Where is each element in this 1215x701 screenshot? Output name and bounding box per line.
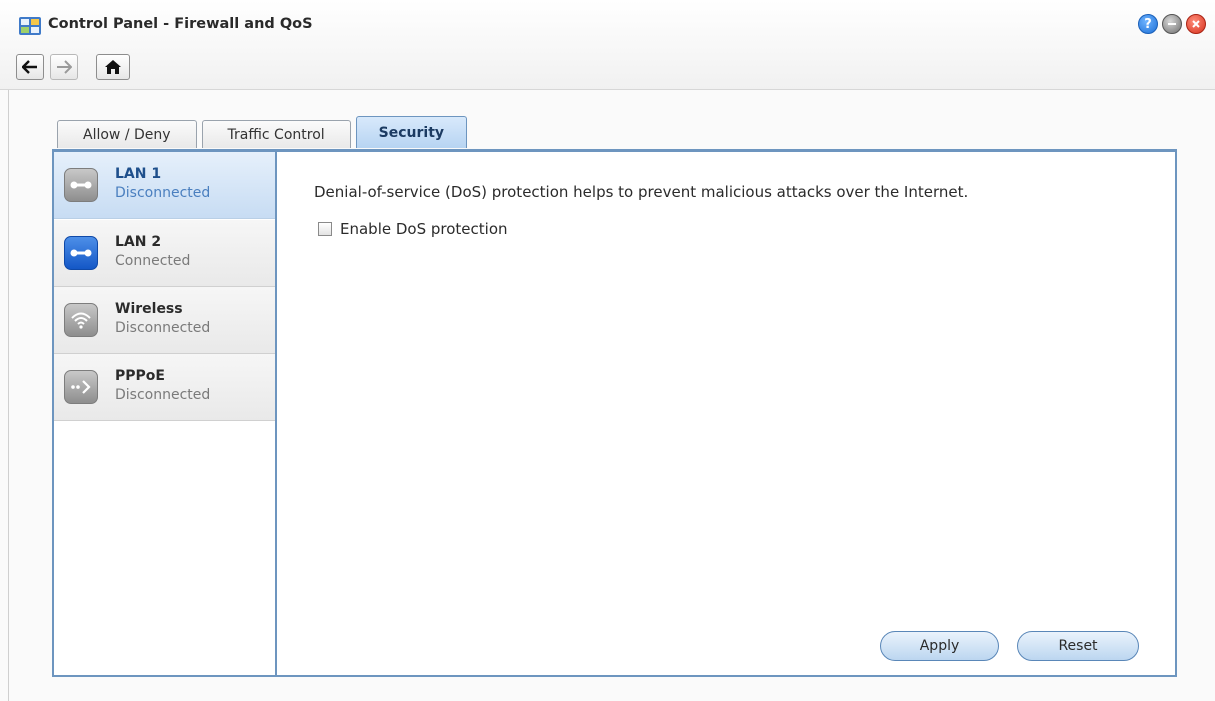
sidebar-item-pppoe[interactable]: PPPoE Disconnected [54,354,275,421]
sidebar-item-lan1[interactable]: LAN 1 Disconnected [54,152,275,219]
apply-button[interactable]: Apply [880,631,999,661]
control-panel-icon [19,17,41,35]
arrow-left-icon [22,60,37,74]
sidebar-item-wireless[interactable]: Wireless Disconnected [54,287,275,354]
home-icon [105,60,121,74]
home-button[interactable] [96,54,130,80]
window-title: Control Panel - Firewall and QoS [48,16,313,32]
window-controls: ? [1138,14,1206,34]
title-bar: Control Panel - Firewall and QoS ? [0,0,1215,90]
sidebar-item-name: LAN 1 [115,166,162,182]
control-panel-window: Control Panel - Firewall and QoS ? Allow… [0,0,1215,701]
navigation-bar [16,54,136,80]
tab-bar: Allow / Deny Traffic Control Security [57,116,472,148]
forward-button[interactable] [50,54,78,80]
tab-traffic-control[interactable]: Traffic Control [201,120,351,148]
security-panel: LAN 1 Disconnected LAN 2 Connected Wirel… [52,149,1177,677]
window-border [8,90,9,701]
help-icon[interactable]: ? [1138,14,1158,34]
wifi-icon [64,303,98,337]
dos-description: Denial-of-service (DoS) protection helps… [314,183,969,201]
interface-sidebar: LAN 1 Disconnected LAN 2 Connected Wirel… [54,152,277,675]
enable-dos-checkbox[interactable] [318,222,332,236]
arrow-right-icon [57,60,72,74]
reset-button[interactable]: Reset [1017,631,1139,661]
sidebar-item-status: Disconnected [115,185,211,201]
sidebar-item-name: PPPoE [115,368,165,384]
back-button[interactable] [16,54,44,80]
enable-dos-label[interactable]: Enable DoS protection [340,220,508,238]
sidebar-item-name: Wireless [115,301,183,317]
sidebar-item-status: Disconnected [115,387,211,403]
sidebar-item-status: Disconnected [115,320,211,336]
minimize-icon[interactable] [1162,14,1182,34]
sidebar-item-name: LAN 2 [115,234,162,250]
pppoe-icon [64,370,98,404]
tab-allow-deny[interactable]: Allow / Deny [57,120,197,148]
sidebar-item-lan2[interactable]: LAN 2 Connected [54,220,275,287]
security-content: Denial-of-service (DoS) protection helps… [287,152,1175,675]
tab-security[interactable]: Security [355,116,468,148]
ethernet-icon [64,168,98,202]
close-icon[interactable] [1186,14,1206,34]
ethernet-icon [64,236,98,270]
dos-checkbox-row: Enable DoS protection [318,220,508,238]
sidebar-item-status: Connected [115,253,191,269]
